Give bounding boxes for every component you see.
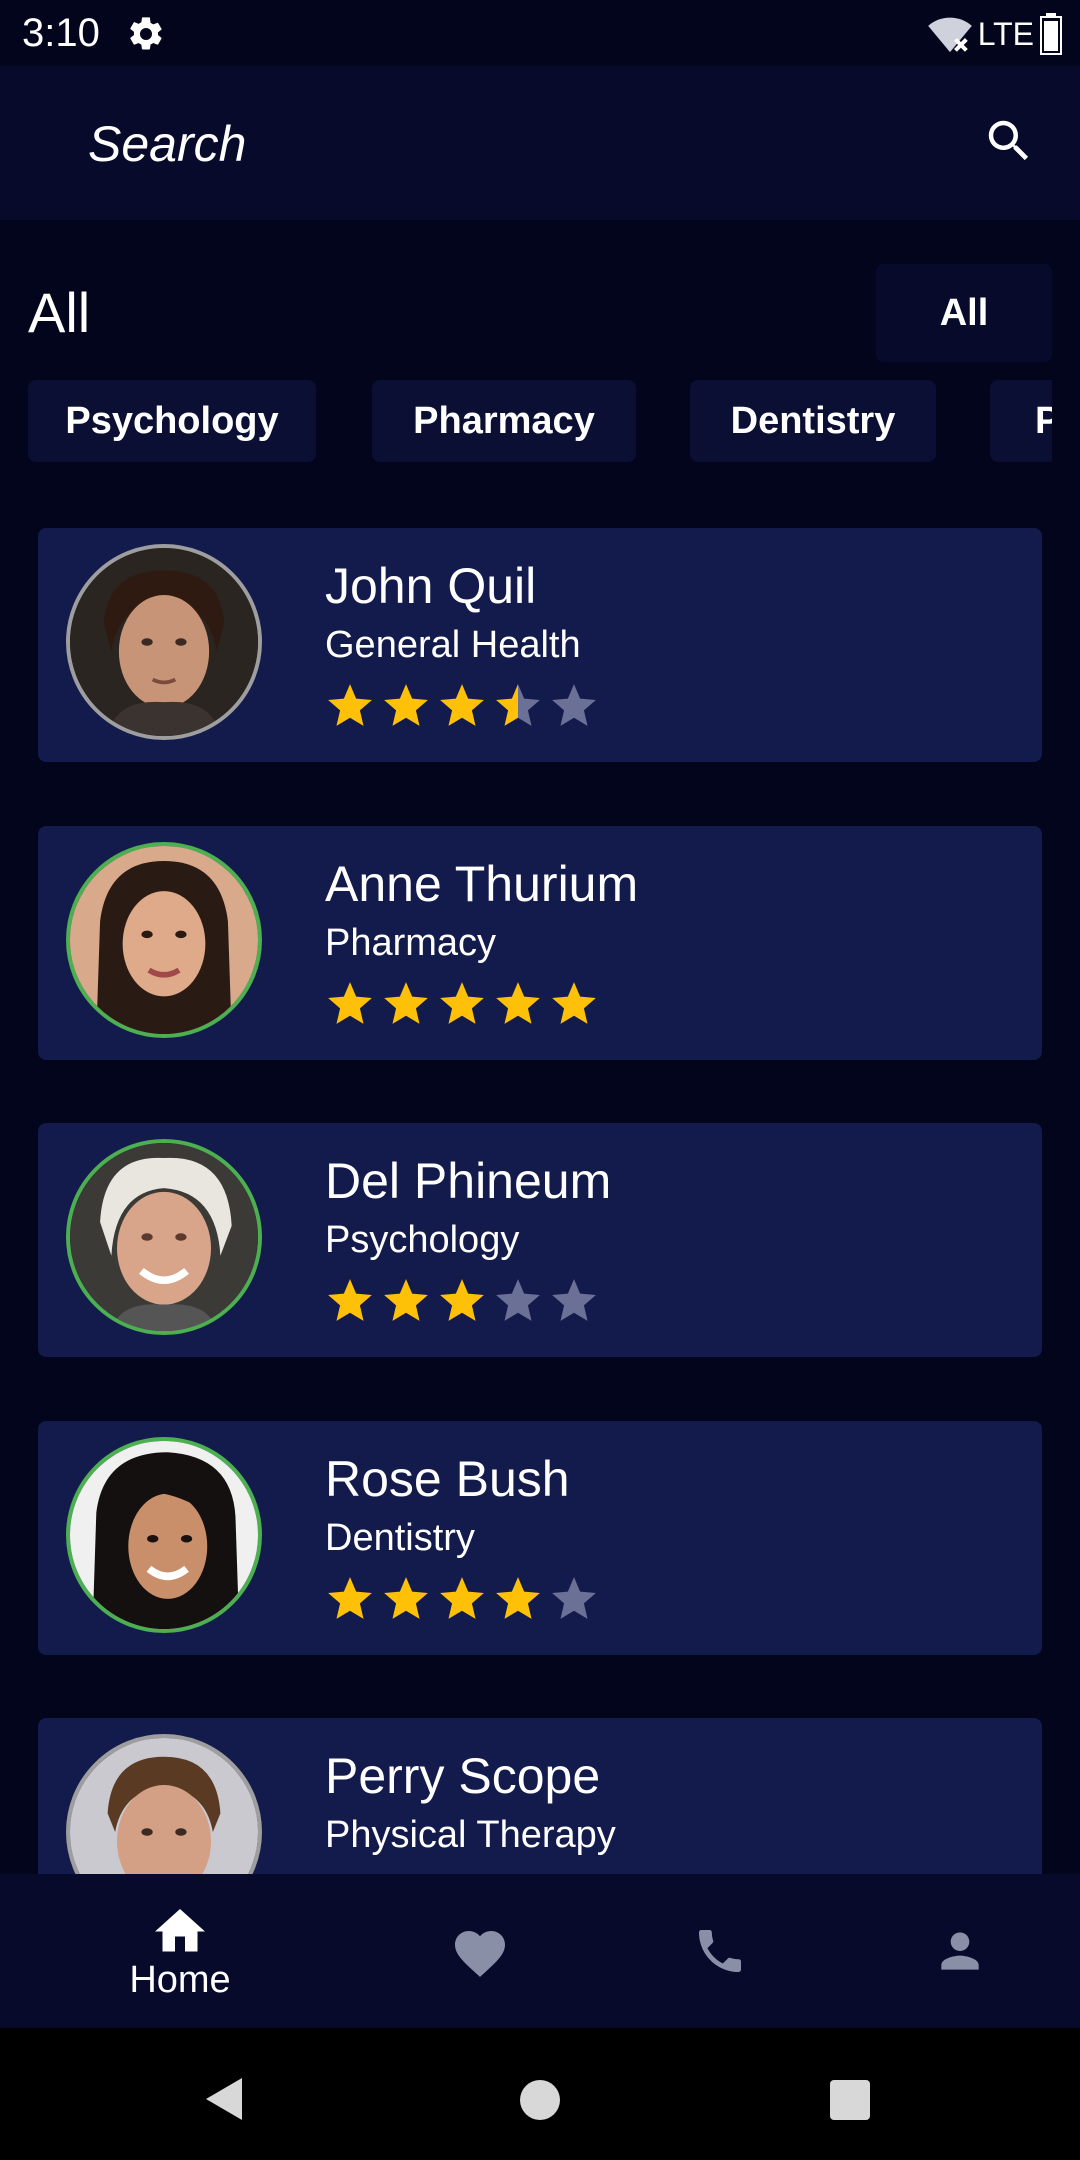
doctor-name: Perry Scope [325,1748,601,1804]
network-type: LTE [977,15,1034,52]
star-icon [440,982,484,1024]
wifi-off-icon [927,17,972,53]
star-icon [496,982,540,1024]
star-icon [384,982,428,1024]
star-icon [328,684,372,726]
star-icon [440,1279,484,1321]
back-icon[interactable] [202,2076,246,2122]
avatar [66,1139,262,1335]
status-time: 3:10 [22,11,100,55]
doctor-name: Rose Bush [325,1451,570,1507]
chip-pharmacy[interactable]: Pharmacy [372,380,636,462]
doctor-card[interactable]: John Quil General Health [38,528,1042,762]
person-icon [941,1932,979,1970]
system-nav-bar [0,2028,1080,2160]
doctor-card[interactable]: Rose Bush Dentistry [38,1421,1042,1655]
avatar [66,1437,262,1633]
rating-stars [325,680,599,730]
rating-stars [325,1573,599,1623]
category-chips[interactable]: Psychology Pharmacy Dentistry Physical T… [28,380,1052,462]
search-input[interactable]: Search [88,114,246,174]
home-icon [155,1908,205,1951]
rating-stars [325,1275,599,1325]
doctor-specialty: Psychology [325,1219,520,1261]
bottom-navigation: Home [0,1874,1080,2028]
recents-icon[interactable] [828,2078,872,2122]
doctor-card[interactable]: Del Phineum Psychology [38,1123,1042,1357]
rating-stars [325,978,599,1028]
battery-icon [1040,13,1062,55]
star-icon [384,684,428,726]
star-icon [384,1279,428,1321]
doctor-card[interactable]: Anne Thurium Pharmacy [38,826,1042,1060]
star-icon [328,982,372,1024]
star-icon [328,1279,372,1321]
doctor-name: Del Phineum [325,1153,612,1209]
filter-all-button[interactable]: All [876,264,1052,362]
doctor-specialty: Pharmacy [325,922,497,964]
doctor-specialty: General Health [325,624,581,666]
search-bar[interactable]: Search [0,66,1080,220]
home-circle-icon[interactable] [518,2078,562,2122]
nav-call[interactable] [620,1874,820,2028]
nav-favorites[interactable] [380,1874,580,2028]
star-icon [440,684,484,726]
star-icon [496,1279,540,1321]
section-title: All [28,281,91,344]
nav-home-label: Home [129,1958,231,2001]
chip-psychology[interactable]: Psychology [28,380,316,462]
star-icon [384,1577,428,1619]
doctor-name: John Quil [325,558,537,614]
status-icons: LTE [927,12,1062,56]
status-bar: 3:10 LTE [0,0,1080,66]
star-icon [552,684,596,726]
settings-gear-icon [130,17,162,50]
chip-physical-therapy[interactable]: Physical Therapy [990,380,1052,462]
star-icon [328,1577,372,1619]
doctor-specialty: Physical Therapy [325,1814,616,1856]
avatar [66,842,262,1038]
chip-dentistry[interactable]: Dentistry [690,380,936,462]
avatar [66,544,262,740]
nav-home[interactable]: Home [80,1874,280,2028]
star-icon [496,684,540,726]
heart-icon [455,1931,505,1977]
doctor-specialty: Dentistry [325,1517,475,1559]
phone-icon [699,1930,741,1972]
star-icon [552,1577,596,1619]
doctor-name: Anne Thurium [325,856,639,912]
star-icon [552,1279,596,1321]
nav-profile[interactable] [860,1874,1060,2028]
search-icon[interactable] [982,114,1036,168]
star-icon [496,1577,540,1619]
star-icon [440,1577,484,1619]
star-icon [552,982,596,1024]
